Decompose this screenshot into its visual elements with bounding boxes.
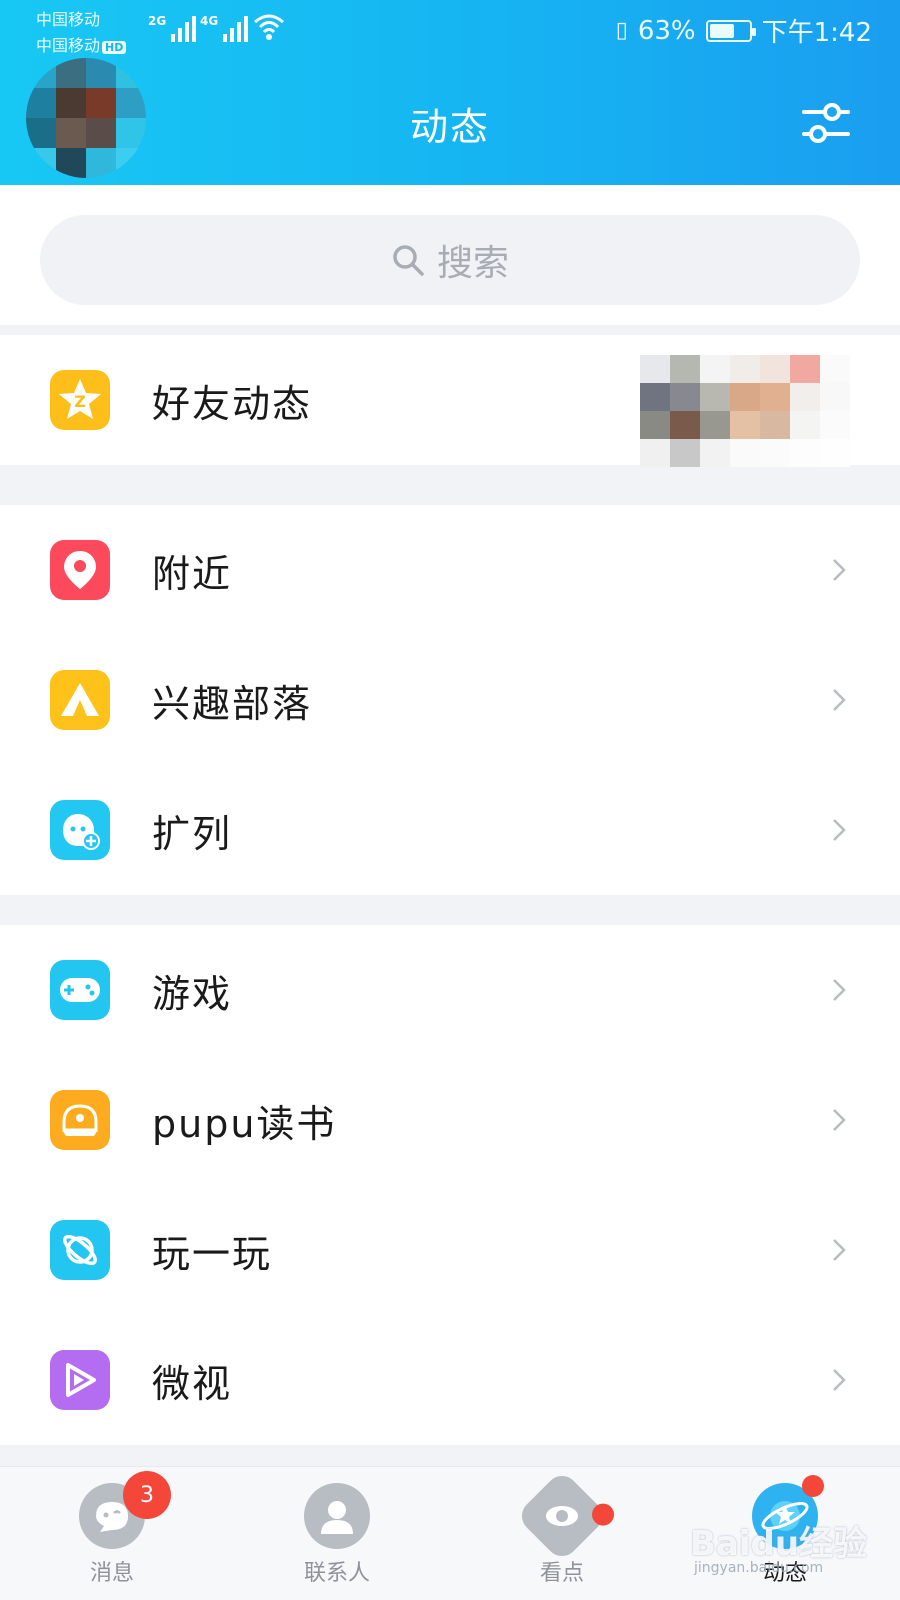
list-item-interest-tribe[interactable]: 兴趣部落 [0, 635, 900, 765]
nav-tab-discover[interactable]: 看点 [497, 1467, 627, 1600]
add-friend-icon [50, 800, 110, 860]
nav-tab-messages[interactable]: 3 消息 [47, 1467, 177, 1600]
book-icon [50, 1090, 110, 1150]
list-item-friend-feed[interactable]: Z 好友动态 [0, 335, 900, 467]
battery-icon [705, 19, 756, 42]
list-item-label: 扩列 [152, 811, 233, 856]
list-item-label: 附近 [152, 551, 233, 596]
list-item-label: 兴趣部落 [152, 681, 313, 726]
section-apps: 游戏 pupu读书 玩一玩 微视 [0, 925, 900, 1445]
vibrate-icon: ▯ [615, 18, 628, 43]
battery-fill [709, 23, 734, 38]
section-friends: Z 好友动态 [0, 335, 900, 467]
search-input[interactable]: 搜索 [40, 215, 860, 305]
planet-icon [50, 1220, 110, 1280]
chevron-right-icon [833, 1239, 846, 1261]
nav-tab-contacts[interactable]: 联系人 [272, 1467, 402, 1600]
baidu-jingyan-url: jingyan.baidu.com [694, 1560, 824, 1576]
list-item-nearby[interactable]: 附近 [0, 505, 900, 635]
section-social: 附近 兴趣部落 扩列 [0, 505, 900, 895]
nav-label: 消息 [89, 1561, 134, 1586]
notification-dot [587, 1499, 619, 1531]
message-icon: 3 [79, 1471, 171, 1549]
page-title: 动态 [409, 105, 490, 149]
list-item-label: 游戏 [152, 971, 233, 1016]
friend-feed-thumbnail [640, 355, 850, 467]
play-icon [50, 1350, 110, 1410]
chevron-right-icon [833, 979, 846, 1001]
search-placeholder: 搜索 [436, 243, 509, 284]
contacts-icon [304, 1483, 370, 1549]
search-icon [393, 245, 424, 276]
nav-label: 联系人 [303, 1561, 370, 1586]
list-item-weishi[interactable]: 微视 [0, 1315, 900, 1445]
list-item-pupu-reading[interactable]: pupu读书 [0, 1055, 900, 1185]
list-item-games[interactable]: 游戏 [0, 925, 900, 1055]
carrier-name-2: 中国移动 HD [36, 32, 127, 56]
baidu-jingyan-watermark: Baidu经验 [690, 1524, 868, 1564]
chevron-right-icon [833, 1369, 846, 1391]
signal-4g-icon: 4G [200, 14, 249, 42]
notification-dot [802, 1475, 824, 1497]
network-type-4g: 4G [200, 14, 219, 28]
chevron-right-icon [833, 689, 846, 711]
top-header: 中国移动 中国移动 HD 2G 4G ▯ 63% 下午1:42 动态 [0, 0, 900, 185]
status-bar: 中国移动 中国移动 HD 2G 4G ▯ 63% 下午1:42 [0, 0, 900, 60]
chevron-right-icon [833, 559, 846, 581]
list-item-play[interactable]: 玩一玩 [0, 1185, 900, 1315]
eye-icon [515, 1469, 619, 1563]
qzone-star-icon: Z [50, 370, 110, 430]
nav-label: 看点 [539, 1561, 584, 1586]
carrier-name-2-text: 中国移动 [36, 36, 101, 55]
list-item-expand-friends[interactable]: 扩列 [0, 765, 900, 895]
list-item-label: 微视 [152, 1361, 233, 1406]
carrier-name-1: 中国移动 [36, 10, 101, 29]
battery-percent: 63% [637, 15, 696, 46]
hd-badge: HD [102, 41, 127, 54]
clock: 下午1:42 [761, 18, 872, 48]
chevron-right-icon [833, 819, 846, 841]
wifi-icon [254, 14, 284, 40]
svg-text:Z: Z [74, 392, 86, 411]
settings-sliders-icon[interactable] [800, 98, 852, 148]
tent-icon [50, 670, 110, 730]
status-right-group: ▯ 63% 下午1:42 [616, 12, 872, 49]
list-item-label: 玩一玩 [152, 1231, 273, 1276]
unread-badge: 3 [123, 1471, 171, 1519]
location-pin-icon [50, 540, 110, 600]
chevron-right-icon [833, 1109, 846, 1131]
signal-2g-icon: 2G [148, 14, 197, 42]
network-type-2g: 2G [148, 14, 167, 28]
list-item-label: pupu读书 [152, 1101, 337, 1146]
list-item-label: 好友动态 [152, 381, 313, 426]
search-area: 搜索 [0, 185, 900, 325]
gamepad-icon [50, 960, 110, 1020]
